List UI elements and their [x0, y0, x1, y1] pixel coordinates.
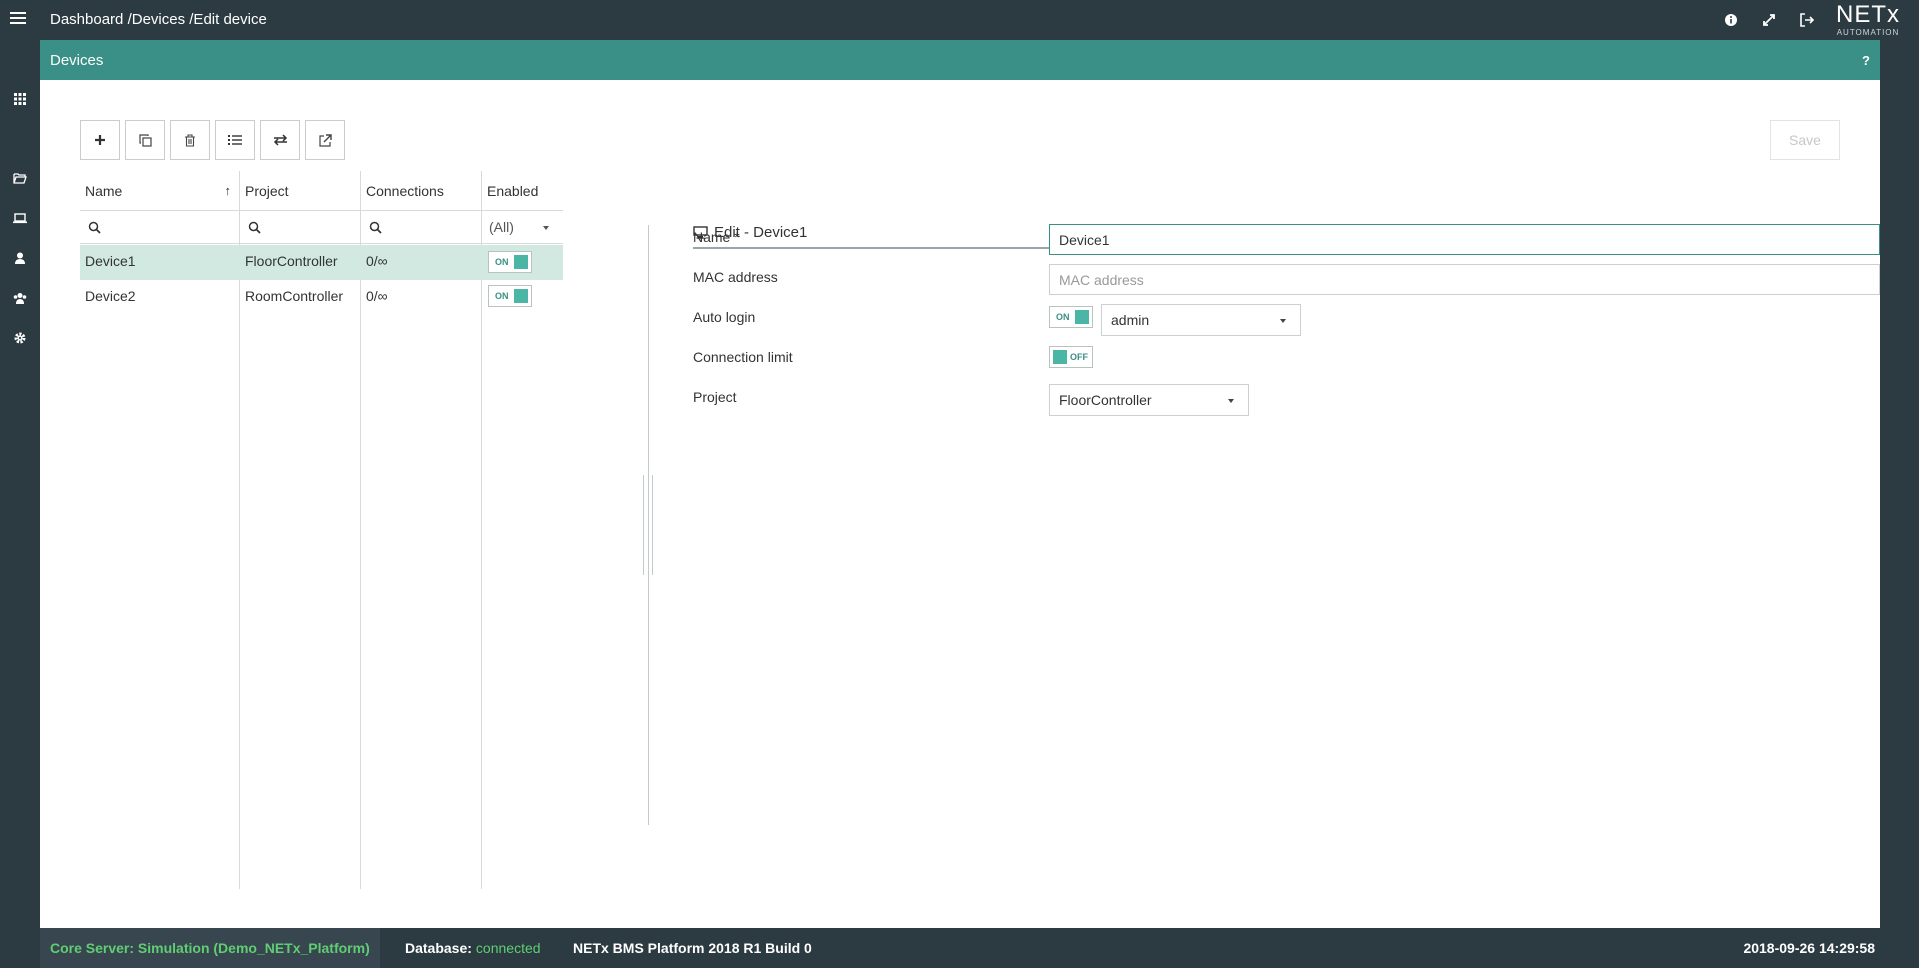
auto-login-label: Auto login [693, 309, 756, 325]
table-row[interactable]: Device2 RoomController 0/∞ ON [80, 280, 563, 315]
info-icon[interactable] [1719, 9, 1743, 31]
chevron-down-icon [1280, 319, 1286, 323]
groups-icon[interactable] [0, 283, 40, 313]
hamburger-menu-icon[interactable] [10, 12, 26, 26]
swap-icon [273, 134, 287, 146]
device-project-cell: FloorController [245, 253, 338, 269]
projects-icon[interactable] [0, 163, 40, 193]
help-button[interactable]: ? [1862, 53, 1870, 68]
enabled-toggle[interactable]: ON [488, 285, 532, 307]
device-connections-cell: 0/∞ [366, 253, 388, 269]
add-button[interactable] [80, 120, 120, 160]
column-header-project[interactable]: Project [240, 171, 360, 211]
auto-login-toggle[interactable]: ON [1049, 306, 1093, 328]
copy-icon [138, 133, 152, 147]
logout-icon[interactable] [1795, 9, 1819, 31]
top-bar: Dashboard /Devices /Edit device NETx AUT… [0, 0, 1919, 40]
breadcrumb-devices[interactable]: /Devices [128, 11, 186, 28]
column-header-name[interactable]: Name ↑ [80, 171, 239, 211]
delete-button[interactable] [170, 120, 210, 160]
list-button[interactable] [215, 120, 255, 160]
delete-icon [185, 133, 195, 147]
status-bar: Core Server: Simulation (Demo_NETx_Platf… [40, 928, 1919, 968]
name-label: Name * [693, 229, 740, 245]
devices-panel: Devices ? Save Name ↑ Project Connection… [40, 40, 1880, 928]
open-external-button[interactable] [305, 120, 345, 160]
breadcrumb-dashboard[interactable]: Dashboard [50, 11, 123, 28]
project-select[interactable]: FloorController [1049, 384, 1249, 416]
breadcrumb: Dashboard /Devices /Edit device [50, 11, 267, 28]
grid-header: Name ↑ Project Connections Enabled [80, 171, 563, 211]
device-name-cell: Device1 [85, 253, 136, 269]
search-icon [369, 221, 382, 234]
user-icon[interactable] [0, 243, 40, 273]
external-link-icon [318, 133, 332, 147]
devices-grid: Name ↑ Project Connections Enabled (All) [80, 171, 563, 889]
project-label: Project [693, 389, 737, 405]
connections-filter-input[interactable] [361, 211, 481, 244]
filter-row: (All) [80, 211, 563, 244]
sort-ascending-icon: ↑ [224, 183, 232, 198]
device-project-cell: RoomController [245, 288, 344, 304]
enabled-toggle[interactable]: ON [488, 251, 532, 273]
column-header-enabled[interactable]: Enabled [482, 171, 563, 211]
panel-header: Devices ? [40, 40, 1880, 80]
connection-limit-toggle[interactable]: OFF [1049, 346, 1093, 368]
name-filter-input[interactable] [80, 211, 239, 244]
toolbar [80, 120, 345, 160]
connection-limit-label: Connection limit [693, 349, 793, 365]
device-name-cell: Device2 [85, 288, 136, 304]
netx-logo: NETx AUTOMATION [1836, 1, 1900, 38]
datetime: 2018-09-26 14:29:58 [1743, 940, 1875, 956]
chevron-down-icon [543, 226, 549, 230]
right-strip [1880, 40, 1919, 928]
breadcrumb-edit-device: /Edit device [189, 11, 267, 28]
list-icon [228, 135, 242, 145]
add-icon [95, 135, 105, 145]
device-connections-cell: 0/∞ [366, 288, 388, 304]
enabled-filter-select[interactable]: (All) [482, 211, 563, 244]
dashboard-icon[interactable] [0, 84, 40, 114]
splitter-handle[interactable] [643, 475, 653, 575]
column-header-connections[interactable]: Connections [361, 171, 481, 211]
panel-title: Devices [50, 51, 104, 69]
table-row[interactable]: Device1 FloorController 0/∞ ON [80, 245, 563, 280]
search-icon [248, 221, 261, 234]
name-field[interactable] [1049, 224, 1880, 255]
core-server-status: Core Server: Simulation (Demo_NETx_Platf… [40, 928, 380, 968]
save-button[interactable]: Save [1770, 120, 1840, 160]
left-nav [0, 40, 40, 928]
project-filter-input[interactable] [240, 211, 360, 244]
fullscreen-icon[interactable] [1757, 9, 1781, 31]
copy-button[interactable] [125, 120, 165, 160]
auto-login-user-select[interactable]: admin [1101, 304, 1301, 336]
chevron-down-icon [1228, 399, 1234, 403]
search-icon [88, 221, 101, 234]
settings-icon[interactable] [0, 323, 40, 353]
mac-address-label: MAC address [693, 269, 778, 285]
devices-icon[interactable] [0, 203, 40, 233]
swap-button[interactable] [260, 120, 300, 160]
mac-address-field[interactable] [1049, 264, 1880, 295]
database-status: Database: connected [405, 940, 541, 956]
build-info: NETx BMS Platform 2018 R1 Build 0 [573, 940, 812, 956]
